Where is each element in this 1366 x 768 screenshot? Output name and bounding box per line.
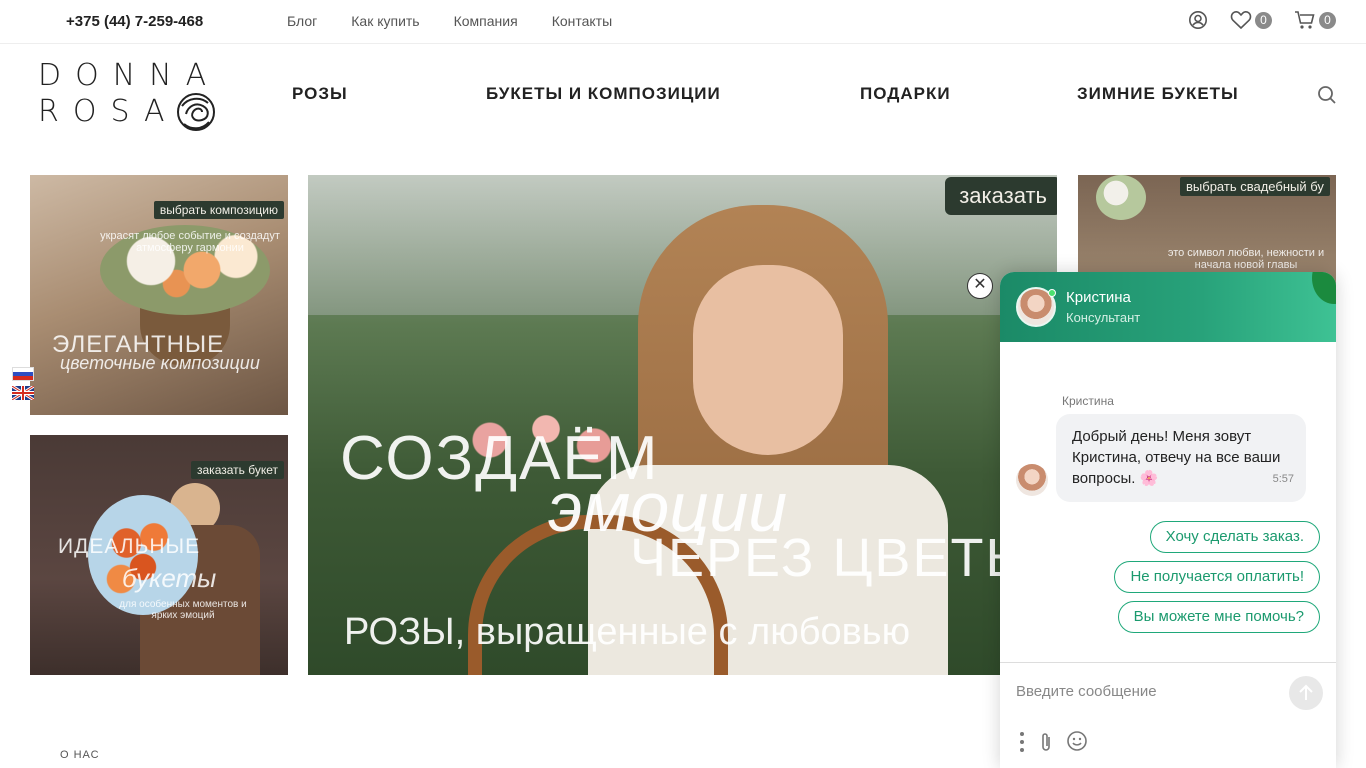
bouquets-title-script: букеты (122, 563, 217, 593)
favorites-button[interactable]: 0 (1230, 10, 1272, 30)
section-about-label: О НАС (60, 749, 100, 761)
nav-roses[interactable]: РОЗЫ (292, 84, 348, 104)
wedding-subtitle: это символ любви, нежности и начала ново… (1167, 247, 1325, 271)
union-jack-icon (12, 386, 34, 400)
chat-input-area: Введите сообщение (1000, 662, 1336, 768)
bouquets-tag-button[interactable]: заказать букет (191, 461, 284, 479)
link-contacts[interactable]: Контакты (552, 13, 612, 29)
compositions-subtitle: украсят любое событие и создадут атмосфе… (100, 230, 280, 254)
top-links: Блог Как купить Компания Контакты (287, 13, 646, 29)
woman-face-image-hero (693, 265, 843, 455)
hero-order-button[interactable]: заказать (945, 177, 1057, 215)
compositions-tag-button[interactable]: выбрать композицию (153, 201, 284, 219)
phone-link[interactable]: +375 (44) 7-259-468 (66, 13, 203, 30)
header-decoration (1312, 272, 1336, 304)
nav-gifts[interactable]: ПОДАРКИ (860, 84, 951, 104)
bouquets-title: ИДЕАЛЬНЫЕ (58, 535, 201, 558)
favorites-count-badge: 0 (1255, 11, 1272, 29)
cart-button[interactable]: 0 (1294, 10, 1336, 30)
cart-count-badge: 0 (1319, 11, 1336, 29)
header-actions: 0 0 (1166, 10, 1336, 30)
agent-name: Кристина (1066, 289, 1131, 306)
quick-reply-order[interactable]: Хочу сделать заказ. (1149, 521, 1320, 553)
message-author: Кристина (1062, 394, 1114, 408)
agent-role: Консультант (1066, 310, 1141, 325)
heart-icon (1230, 11, 1252, 30)
close-icon: ✕ (973, 276, 987, 293)
banner-compositions[interactable]: выбрать композицию украсят любое событие… (30, 175, 288, 415)
nav-winter-bouquets[interactable]: ЗИМНИЕ БУКЕТЫ (1077, 84, 1239, 104)
top-bar: +375 (44) 7-259-468 Блог Как купить Комп… (0, 0, 1366, 44)
link-blog[interactable]: Блог (287, 13, 317, 29)
quick-reply-help[interactable]: Вы можете мне помочь? (1117, 601, 1320, 633)
wedding-bouquet-image (1096, 175, 1146, 220)
message-text: Добрый день! Меня зовут Кристина, отвечу… (1072, 428, 1281, 487)
nav-bouquets[interactable]: БУКЕТЫ И КОМПОЗИЦИИ (486, 84, 721, 104)
chat-widget: Кристина Консультант Кристина Добрый ден… (1000, 272, 1336, 768)
language-switcher (12, 367, 34, 405)
flag-en-icon[interactable] (12, 386, 34, 400)
send-button[interactable] (1289, 676, 1323, 710)
wedding-tag-button[interactable]: выбрать свадебный бу (1180, 177, 1330, 196)
chat-close-button[interactable]: ✕ (967, 273, 993, 299)
banner-bouquets[interactable]: заказать букет ИДЕАЛЬНЫЕ букеты для особ… (30, 435, 288, 675)
message-time: 5:57 (1272, 473, 1294, 485)
emoji-icon[interactable] (1066, 730, 1088, 752)
attach-icon[interactable] (1038, 731, 1054, 753)
flag-ru-icon[interactable] (12, 367, 34, 381)
main-nav: РОЗЫ БУКЕТЫ И КОМПОЗИЦИИ ПОДАРКИ ЗИМНИЕ … (0, 84, 1366, 108)
hero-subline: РОЗЫ, выращенные с любовью (344, 611, 911, 653)
message-bubble: Добрый день! Меня зовут Кристина, отвечу… (1056, 414, 1306, 502)
hero-banner[interactable]: заказать СОЗДАЁМ эмоции ЧЕРЕЗ ЦВЕТЫ РОЗЫ… (308, 175, 1057, 675)
online-status-indicator (1048, 289, 1056, 297)
cart-icon (1295, 11, 1315, 29)
hero-headline-3: ЧЕРЕЗ ЦВЕТЫ (630, 528, 1036, 588)
account-button[interactable] (1188, 10, 1208, 30)
arrow-up-icon (1299, 684, 1313, 700)
compositions-title-script: цветочные композиции (60, 353, 260, 373)
quick-reply-payment[interactable]: Не получается оплатить! (1114, 561, 1320, 593)
bouquets-subtitle: для особенных моментов и ярких эмоций (119, 599, 247, 621)
search-icon[interactable] (1317, 85, 1337, 105)
more-options-icon[interactable] (1018, 731, 1026, 753)
user-icon (1189, 11, 1207, 29)
chat-header: Кристина Консультант (1000, 272, 1336, 342)
message-input[interactable]: Введите сообщение (1016, 683, 1157, 700)
message-avatar (1016, 464, 1048, 496)
link-company[interactable]: Компания (454, 13, 518, 29)
link-how-to-buy[interactable]: Как купить (351, 13, 419, 29)
